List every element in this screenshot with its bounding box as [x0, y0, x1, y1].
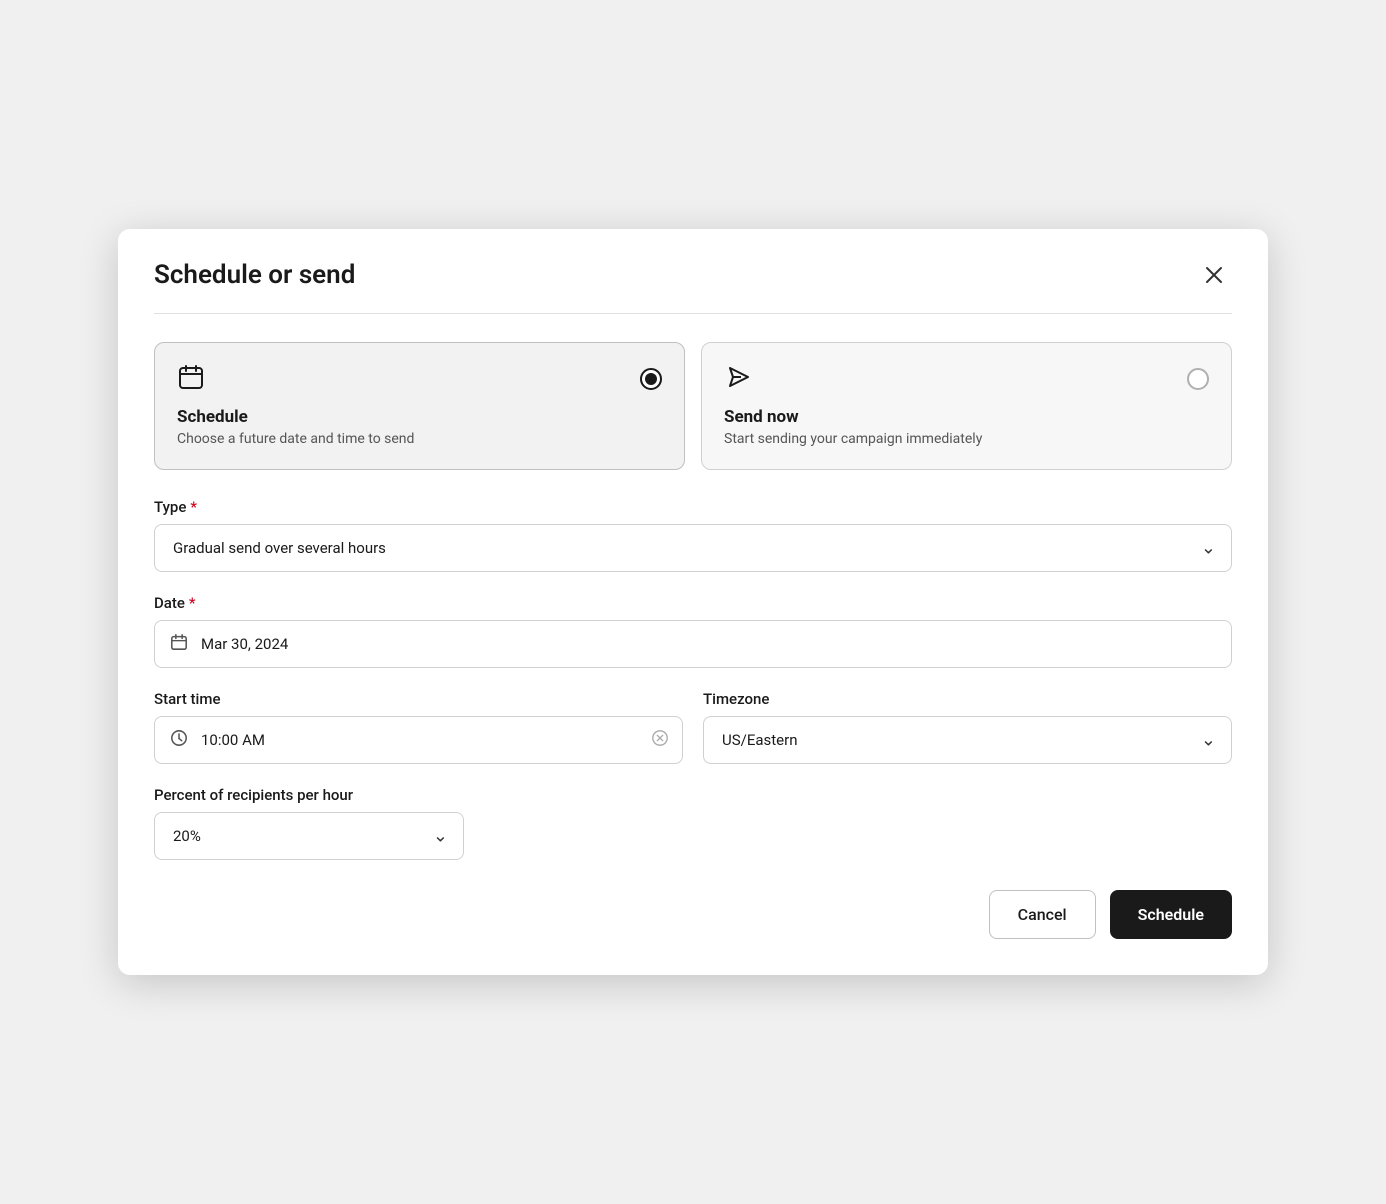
modal-body: Schedule Choose a future date and time t… [118, 314, 1268, 975]
schedule-button[interactable]: Schedule [1110, 890, 1232, 939]
options-row: Schedule Choose a future date and time t… [154, 342, 1232, 470]
percent-select[interactable]: 5% 10% 20% 25% 50% 100% [154, 812, 464, 860]
percent-section: Percent of recipients per hour 5% 10% 20… [154, 786, 1232, 860]
date-input-wrapper [154, 620, 1232, 668]
type-select-wrapper: Gradual send over several hours Send all… [154, 524, 1232, 572]
schedule-radio[interactable] [640, 368, 662, 390]
schedule-option-card[interactable]: Schedule Choose a future date and time t… [154, 342, 685, 470]
send-now-card-top [724, 363, 1209, 395]
type-select[interactable]: Gradual send over several hours Send all… [154, 524, 1232, 572]
close-button[interactable] [1196, 257, 1232, 293]
modal: Schedule or send [118, 229, 1268, 975]
send-now-option-title: Send now [724, 407, 1209, 427]
type-section: Type * Gradual send over several hours S… [154, 498, 1232, 572]
send-now-option-desc: Start sending your campaign immediately [724, 431, 1209, 447]
schedule-radio-inner [645, 373, 657, 385]
schedule-card-top [177, 363, 662, 395]
timezone-label: Timezone [703, 690, 1232, 708]
schedule-option-desc: Choose a future date and time to send [177, 431, 662, 447]
type-required-star: * [190, 498, 197, 516]
send-icon [724, 363, 752, 395]
date-section: Date * [154, 594, 1232, 668]
date-label: Date * [154, 594, 1232, 612]
start-time-section: Start time [154, 690, 683, 764]
timezone-section: Timezone US/Eastern US/Central US/Pacifi… [703, 690, 1232, 764]
type-label: Type * [154, 498, 1232, 516]
percent-label: Percent of recipients per hour [154, 786, 1232, 804]
modal-title: Schedule or send [154, 260, 355, 290]
time-clear-icon[interactable] [651, 729, 669, 752]
send-now-option-card[interactable]: Send now Start sending your campaign imm… [701, 342, 1232, 470]
footer-buttons: Cancel Schedule [154, 882, 1232, 939]
time-timezone-row: Start time [154, 690, 1232, 764]
timezone-select-wrapper: US/Eastern US/Central US/Pacific UTC ⌄ [703, 716, 1232, 764]
close-icon [1204, 265, 1224, 285]
send-now-radio[interactable] [1187, 368, 1209, 390]
start-time-label: Start time [154, 690, 683, 708]
cancel-button[interactable]: Cancel [989, 890, 1096, 939]
timezone-select[interactable]: US/Eastern US/Central US/Pacific UTC [703, 716, 1232, 764]
date-required-star: * [189, 594, 196, 612]
modal-header: Schedule or send [118, 229, 1268, 313]
time-input[interactable] [154, 716, 683, 764]
time-input-wrapper [154, 716, 683, 764]
date-input[interactable] [154, 620, 1232, 668]
percent-select-wrapper: 5% 10% 20% 25% 50% 100% ⌄ [154, 812, 464, 860]
schedule-option-title: Schedule [177, 407, 662, 427]
calendar-icon [177, 363, 205, 395]
